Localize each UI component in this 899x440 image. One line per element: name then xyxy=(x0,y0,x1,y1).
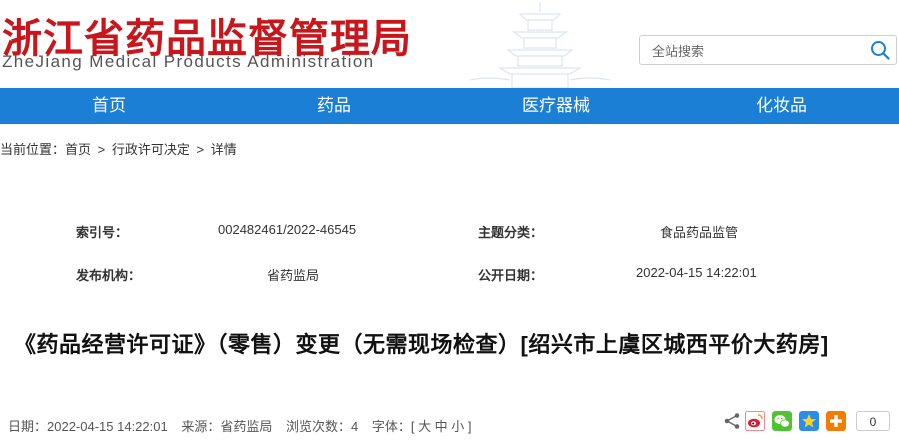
index-number-value: 002482461/2022-46545 xyxy=(218,222,357,237)
main-nav: 首页 药品 医疗器械 化妆品 xyxy=(0,88,899,124)
article-info-bar: 日期：2022-04-15 14:22:01 来源：省药监局 浏览次数：4 字体… xyxy=(8,416,482,435)
article-source: 来源：省药监局 xyxy=(181,419,273,434)
site-logo-en: ZheJiang Medical Products Administration xyxy=(2,52,375,71)
site-header: 浙江省药品监督管理局 ZheJiang Medical Products Adm… xyxy=(0,0,899,88)
qzone-icon[interactable] xyxy=(799,411,819,431)
search-icon[interactable] xyxy=(870,40,890,60)
index-number-label: 索引号： xyxy=(76,225,129,240)
article-title: 《药品经营许可证》（零售）变更（无需现场检查）[绍兴市上虞区城西平价大药房] xyxy=(14,332,829,357)
publish-date-label: 公开日期： xyxy=(478,268,544,283)
publisher-label: 发布机构： xyxy=(76,268,142,283)
publisher-value: 省药监局 xyxy=(267,268,320,283)
weibo-icon[interactable] xyxy=(745,411,765,431)
breadcrumb-separator: > xyxy=(97,142,106,157)
nav-item-home[interactable]: 首页 xyxy=(92,88,126,124)
article-date: 日期：2022-04-15 14:22:01 xyxy=(8,419,168,434)
publish-date-value: 2022-04-15 14:22:01 xyxy=(636,265,757,280)
breadcrumb-prefix: 当前位置： xyxy=(0,142,66,157)
nav-item-medical-devices[interactable]: 医疗器械 xyxy=(522,88,590,124)
font-size-switcher[interactable]: 字体：[ 大 中 小 ] xyxy=(372,419,472,434)
nav-item-cosmetics[interactable]: 化妆品 xyxy=(756,88,807,124)
topic-category-value: 食品药品监管 xyxy=(660,225,739,240)
search-input[interactable] xyxy=(650,41,854,61)
breadcrumb-separator: > xyxy=(196,142,205,157)
breadcrumb-current: 详情 xyxy=(210,142,237,157)
breadcrumb-admin-license-link[interactable]: 行政许可决定 xyxy=(112,142,190,157)
breadcrumb-home-link[interactable]: 首页 xyxy=(65,142,91,157)
share-icon xyxy=(724,413,740,429)
pagoda-illustration xyxy=(470,2,610,88)
share-count: 0 xyxy=(856,411,890,431)
more-share-icon[interactable] xyxy=(826,411,846,431)
article-view-count: 浏览次数：4 xyxy=(285,419,359,434)
breadcrumb: 当前位置：首页 > 行政许可决定 > 详情 xyxy=(0,139,240,158)
search-box xyxy=(639,35,897,65)
topic-category-label: 主题分类： xyxy=(478,225,544,240)
nav-item-drugs[interactable]: 药品 xyxy=(317,88,351,124)
wechat-icon[interactable] xyxy=(772,411,792,431)
